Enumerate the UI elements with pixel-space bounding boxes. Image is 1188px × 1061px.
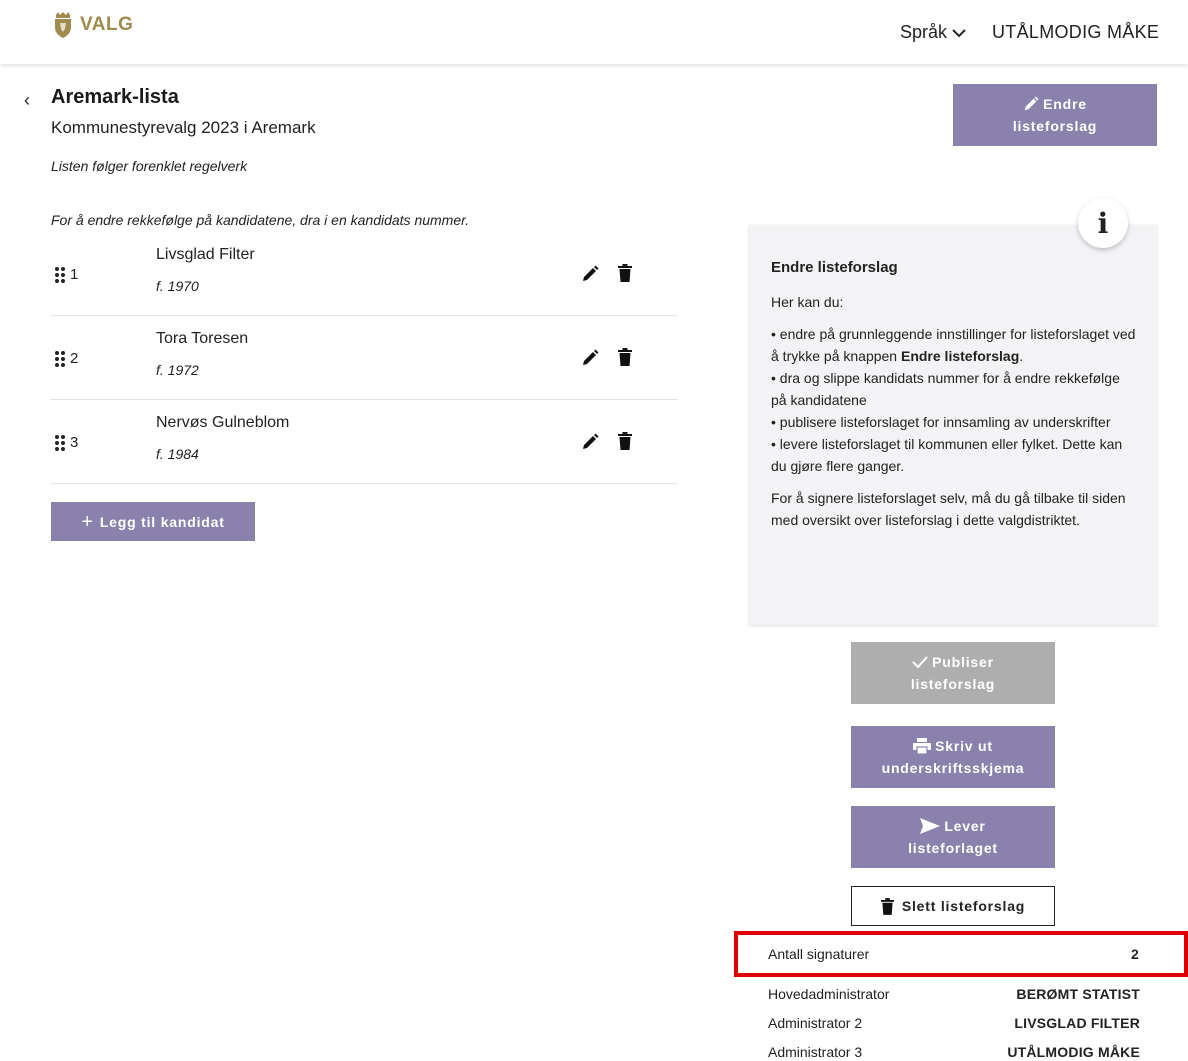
deliver-label-line2: listeforlaget	[908, 840, 998, 856]
info-bullet-1: • endre på grunnleggende innstillinger f…	[771, 326, 1136, 364]
info-bullet-4: • levere listeforslaget til kommunen ell…	[771, 436, 1123, 474]
signature-count-value: 2	[1131, 946, 1139, 962]
print-label-line1: Skriv ut	[935, 738, 993, 754]
edit-list-label-line2: listeforslag	[1012, 118, 1098, 134]
reorder-hint: For å endre rekkefølge på kandidatene, d…	[51, 212, 470, 228]
admin-row: Administrator 2 LIVSGLAD FILTER	[768, 1015, 1140, 1035]
drag-dots-icon	[55, 434, 65, 451]
signature-count-label: Antall signaturer	[768, 946, 870, 962]
language-label: Språk	[900, 22, 948, 42]
edit-pencil-icon	[1024, 96, 1039, 111]
drag-handle[interactable]: 1	[55, 266, 78, 283]
user-name[interactable]: UTÅLMODIG MÅKE	[992, 22, 1159, 43]
candidate-number: 2	[70, 350, 79, 367]
rules-note: Listen følger forenklet regelverk	[51, 158, 248, 174]
admin-name: UTÅLMODIG MÅKE	[1007, 1044, 1140, 1060]
candidate-birth-year: f. 1984	[156, 446, 199, 462]
edit-list-label-line1: Endre	[1043, 96, 1087, 112]
drag-handle[interactable]: 2	[55, 350, 78, 367]
admin-label: Administrator 2	[768, 1015, 863, 1031]
info-icon[interactable]: i	[1078, 198, 1128, 248]
candidate-row: 3 Nervøs Gulneblom f. 1984	[51, 400, 677, 484]
plus-icon: +	[81, 510, 94, 533]
admin-name: BERØMT STATIST	[1016, 986, 1140, 1002]
drag-dots-icon	[55, 266, 65, 283]
signature-count-row: Antall signaturer 2	[734, 931, 1188, 977]
admin-row: Hovedadministrator BERØMT STATIST	[768, 986, 1140, 1006]
edit-list-button[interactable]: Endre listeforslag	[953, 84, 1157, 146]
trash-icon[interactable]	[618, 432, 632, 450]
delete-list-button[interactable]: Slett listeforslag	[851, 886, 1055, 926]
trash-icon	[880, 897, 894, 915]
admin-row: Administrator 3 UTÅLMODIG MÅKE	[768, 1044, 1140, 1061]
publish-label-line1: Publiser	[932, 654, 994, 670]
coat-of-arms-icon	[55, 12, 71, 38]
delete-list-label: Slett listeforslag	[901, 898, 1026, 914]
deliver-list-button[interactable]: Lever listeforlaget	[851, 806, 1055, 868]
page-title: Aremark-lista	[51, 86, 179, 108]
drag-dots-icon	[55, 350, 65, 367]
info-bullet-3: • publisere listeforslaget for innsamlin…	[771, 414, 1111, 430]
edit-pencil-icon[interactable]	[581, 349, 599, 367]
printer-icon	[913, 738, 932, 754]
candidate-number: 1	[70, 266, 79, 283]
info-body: Her kan du: • endre på grunnleggende inn…	[771, 291, 1137, 541]
print-signature-form-button[interactable]: Skriv ut underskriftsskjema	[851, 726, 1055, 788]
logo-text: VALG	[80, 14, 134, 35]
info-intro: Her kan du:	[771, 294, 844, 310]
edit-pencil-icon[interactable]	[581, 433, 599, 451]
back-chevron-icon[interactable]: ‹	[24, 90, 30, 111]
language-menu[interactable]: Språk	[900, 22, 967, 43]
candidate-birth-year: f. 1972	[156, 362, 199, 378]
trash-icon[interactable]	[618, 348, 632, 366]
top-header: VALG Språk UTÅLMODIG MÅKE	[0, 0, 1188, 64]
publish-list-button[interactable]: Publiser listeforslag	[851, 642, 1055, 704]
info-panel: Endre listeforslag Her kan du: • endre p…	[749, 225, 1157, 625]
valg-logo[interactable]: VALG	[52, 12, 133, 38]
election-subtitle: Kommunestyrevalg 2023 i Aremark	[51, 118, 316, 137]
admin-label: Administrator 3	[768, 1044, 863, 1060]
admin-name: LIVSGLAD FILTER	[1014, 1015, 1140, 1031]
info-title: Endre listeforslag	[771, 259, 898, 276]
candidate-name: Nervøs Gulneblom	[156, 414, 290, 431]
info-bullet-2: • dra og slippe kandidats nummer for å e…	[771, 370, 1120, 408]
deliver-label-line1: Lever	[944, 818, 986, 834]
chevron-down-icon	[952, 28, 966, 37]
add-candidate-label: Legg til kandidat	[99, 513, 225, 530]
candidate-birth-year: f. 1970	[156, 278, 199, 294]
admin-label: Hovedadministrator	[768, 986, 890, 1002]
edit-pencil-icon[interactable]	[581, 265, 599, 283]
candidate-number: 3	[70, 434, 79, 451]
add-candidate-button[interactable]: + Legg til kandidat	[51, 502, 255, 541]
send-arrow-icon	[920, 818, 941, 834]
candidate-row: 1 Livsglad Filter f. 1970	[51, 232, 677, 316]
print-label-line2: underskriftsskjema	[881, 760, 1025, 776]
drag-handle[interactable]: 3	[55, 434, 78, 451]
trash-icon[interactable]	[618, 264, 632, 282]
candidate-name: Livsglad Filter	[156, 246, 255, 263]
candidate-name: Tora Toresen	[156, 330, 249, 347]
checkmark-icon	[912, 656, 928, 669]
candidate-list: 1 Livsglad Filter f. 1970 2 Tora Toresen…	[51, 232, 677, 484]
candidate-row: 2 Tora Toresen f. 1972	[51, 316, 677, 400]
publish-label-line2: listeforslag	[910, 676, 996, 692]
info-outro: For å signere listeforslaget selv, må du…	[771, 490, 1126, 528]
